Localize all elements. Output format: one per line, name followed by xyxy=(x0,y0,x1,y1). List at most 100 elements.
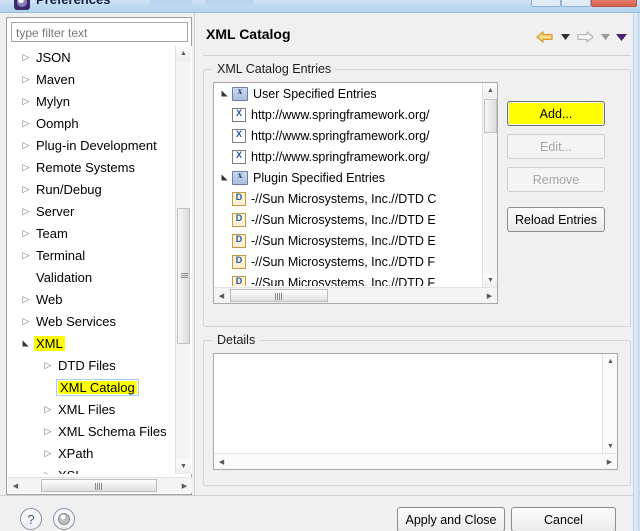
twisty-collapsed-icon[interactable]: ▷ xyxy=(18,118,34,129)
sidebar-item-label: XML xyxy=(34,335,65,351)
twisty-collapsed-icon[interactable]: ▷ xyxy=(18,184,34,195)
catalog-entry-label: -//Sun Microsystems, Inc.//DTD F xyxy=(251,254,436,269)
scroll-left-icon[interactable]: ◀ xyxy=(214,454,229,469)
preference-tree[interactable]: ▷ JSON ▷ Maven ▷ Mylyn ▷ Oomph ▷ Plug-in Developm… xyxy=(8,46,192,474)
scroll-left-icon[interactable]: ◀ xyxy=(8,478,23,493)
details-content[interactable] xyxy=(214,354,601,452)
catalog-vertical-scrollbar[interactable]: ▲ ▼ xyxy=(482,83,497,288)
twisty-collapsed-icon[interactable]: ▷ xyxy=(18,96,34,107)
catalog-hscroll-thumb[interactable] xyxy=(230,289,328,302)
twisty-collapsed-icon[interactable]: ▷ xyxy=(18,74,34,85)
twisty-collapsed-icon[interactable]: ▷ xyxy=(40,404,56,415)
sidebar-item-run-debug[interactable]: ▷ Run/Debug xyxy=(8,178,192,200)
tree-scroll-thumb[interactable] xyxy=(177,208,190,344)
preference-tree-panel: type filter text ▷ JSON ▷ Maven ▷ Mylyn ▷ Oomph… xyxy=(6,17,192,495)
sidebar-item-terminal[interactable]: ▷ Terminal xyxy=(8,244,192,266)
twisty-collapsed-icon[interactable]: ▷ xyxy=(18,206,34,217)
twisty-collapsed-icon[interactable]: ▷ xyxy=(18,250,34,261)
tree-vertical-scrollbar[interactable]: ▲ ▼ xyxy=(175,46,191,474)
catalog-scroll-thumb[interactable] xyxy=(484,99,497,133)
scroll-right-icon[interactable]: ▶ xyxy=(482,288,497,303)
twisty-collapsed-icon[interactable]: ▷ xyxy=(40,360,56,371)
catalog-entry-row[interactable]: -//Sun Microsystems, Inc.//DTD E xyxy=(214,209,481,230)
catalog-entry-row[interactable]: -//Sun Microsystems, Inc.//DTD E xyxy=(214,230,481,251)
sidebar-item-xpath[interactable]: ▷ XPath xyxy=(8,442,192,464)
maximize-button[interactable] xyxy=(561,0,591,7)
sidebar-item-xml[interactable]: ◢ XML xyxy=(8,332,192,354)
scroll-up-icon[interactable]: ▲ xyxy=(603,354,618,369)
catalog-horizontal-scrollbar[interactable]: ◀ ▶ xyxy=(214,287,497,303)
catalog-entry-row[interactable]: -//Sun Microsystems, Inc.//DTD C xyxy=(214,188,481,209)
sidebar-item-label: Maven xyxy=(36,71,76,87)
catalog-entry-row[interactable]: ◢ Plugin Specified Entries xyxy=(214,167,481,188)
catalog-entry-row[interactable]: http://www.springframework.org/ xyxy=(214,125,481,146)
xml-file-icon xyxy=(232,149,246,164)
twisty-collapsed-icon[interactable]: ▷ xyxy=(40,470,56,475)
scroll-left-icon[interactable]: ◀ xyxy=(214,288,229,303)
sidebar-item-server[interactable]: ▷ Server xyxy=(8,200,192,222)
sidebar-item-validation[interactable]: ▷Validation xyxy=(8,266,192,288)
scroll-right-icon[interactable]: ▶ xyxy=(177,478,192,493)
catalog-entry-row[interactable]: http://www.springframework.org/ xyxy=(214,146,481,167)
sidebar-item-mylyn[interactable]: ▷ Mylyn xyxy=(8,90,192,112)
scroll-up-icon[interactable]: ▲ xyxy=(483,83,497,98)
back-menu-chevron-down-icon[interactable] xyxy=(558,27,572,47)
view-menu-chevron-down-icon[interactable] xyxy=(614,27,628,47)
twisty-collapsed-icon[interactable]: ▷ xyxy=(18,162,34,173)
sidebar-item-dtd-files[interactable]: ▷ DTD Files xyxy=(8,354,192,376)
sidebar-item-oomph[interactable]: ▷ Oomph xyxy=(8,112,192,134)
details-horizontal-scrollbar[interactable]: ◀ ▶ xyxy=(214,453,617,469)
twisty-collapsed-icon[interactable]: ▷ xyxy=(18,52,34,63)
catalog-entry-row[interactable]: ◢ User Specified Entries xyxy=(214,83,481,104)
sidebar-item-web-services[interactable]: ▷ Web Services xyxy=(8,310,192,332)
twisty-collapsed-icon[interactable]: ▷ xyxy=(18,140,34,151)
eclipse-icon xyxy=(14,0,30,10)
sidebar-item-remote-systems[interactable]: ▷ Remote Systems xyxy=(8,156,192,178)
twisty-collapsed-icon[interactable]: ▷ xyxy=(18,316,34,327)
sidebar-item-team[interactable]: ▷ Team xyxy=(8,222,192,244)
filter-input[interactable]: type filter text xyxy=(11,22,188,42)
scroll-down-icon[interactable]: ▼ xyxy=(176,459,191,474)
restore-defaults-icon[interactable] xyxy=(53,508,75,530)
twisty-expanded-icon[interactable]: ◢ xyxy=(221,171,230,185)
catalog-entry-row[interactable]: http://www.springframework.org/ xyxy=(214,104,481,125)
catalog-list-items[interactable]: ◢ User Specified Entries http://www.spring… xyxy=(214,83,481,286)
sidebar-item-web[interactable]: ▷ Web xyxy=(8,288,192,310)
catalog-entries-list[interactable]: ◢ User Specified Entries http://www.spring… xyxy=(213,82,498,304)
sidebar-item-maven[interactable]: ▷ Maven xyxy=(8,68,192,90)
cancel-button[interactable]: Cancel xyxy=(511,507,616,531)
scroll-right-icon[interactable]: ▶ xyxy=(602,454,617,469)
details-text-area[interactable]: ▲ ▼ ◀ ▶ xyxy=(213,353,618,470)
sidebar-item-json[interactable]: ▷ JSON xyxy=(8,46,192,68)
xml-catalog-icon xyxy=(232,170,248,185)
apply-and-close-button[interactable]: Apply and Close xyxy=(397,507,505,531)
twisty-expanded-icon[interactable]: ◢ xyxy=(221,87,230,101)
remove-button[interactable]: Remove xyxy=(507,167,605,192)
scroll-up-icon[interactable]: ▲ xyxy=(176,46,191,61)
twisty-collapsed-icon[interactable]: ▷ xyxy=(18,228,34,239)
question-mark-icon[interactable]: ? xyxy=(20,508,42,530)
dialog-body: type filter text ▷ JSON ▷ Maven ▷ Mylyn ▷ Oomph… xyxy=(0,13,640,531)
sidebar-item-xml-schema-files[interactable]: ▷ XML Schema Files xyxy=(8,420,192,442)
sidebar-item-xsl[interactable]: ▷XSL xyxy=(8,464,192,475)
twisty-collapsed-icon[interactable]: ▷ xyxy=(40,448,56,459)
add-button[interactable]: Add... xyxy=(507,101,605,126)
catalog-entry-row[interactable]: -//Sun Microsystems, Inc.//DTD F xyxy=(214,251,481,272)
sidebar-item-plug-in-development[interactable]: ▷ Plug-in Development xyxy=(8,134,192,156)
minimize-button[interactable] xyxy=(531,0,561,7)
sidebar-item-xml-catalog[interactable]: ▷XML Catalog xyxy=(8,376,192,398)
tree-hscroll-thumb[interactable] xyxy=(41,479,157,492)
twisty-expanded-icon[interactable]: ◢ xyxy=(22,335,31,351)
reload-entries-button[interactable]: Reload Entries xyxy=(507,207,605,232)
catalog-entry-row[interactable]: -//Sun Microsystems, Inc.//DTD F xyxy=(214,272,481,286)
scroll-down-icon[interactable]: ▼ xyxy=(483,273,497,288)
twisty-collapsed-icon[interactable]: ▷ xyxy=(40,426,56,437)
scroll-down-icon[interactable]: ▼ xyxy=(603,439,618,454)
close-button[interactable] xyxy=(591,0,637,7)
twisty-collapsed-icon[interactable]: ▷ xyxy=(18,294,34,305)
tree-horizontal-scrollbar[interactable]: ◀ ▶ xyxy=(8,477,192,493)
details-vertical-scrollbar[interactable]: ▲ ▼ xyxy=(602,354,617,454)
sidebar-item-xml-files[interactable]: ▷ XML Files xyxy=(8,398,192,420)
edit-button[interactable]: Edit... xyxy=(507,134,605,159)
back-arrow-icon[interactable] xyxy=(534,27,556,47)
